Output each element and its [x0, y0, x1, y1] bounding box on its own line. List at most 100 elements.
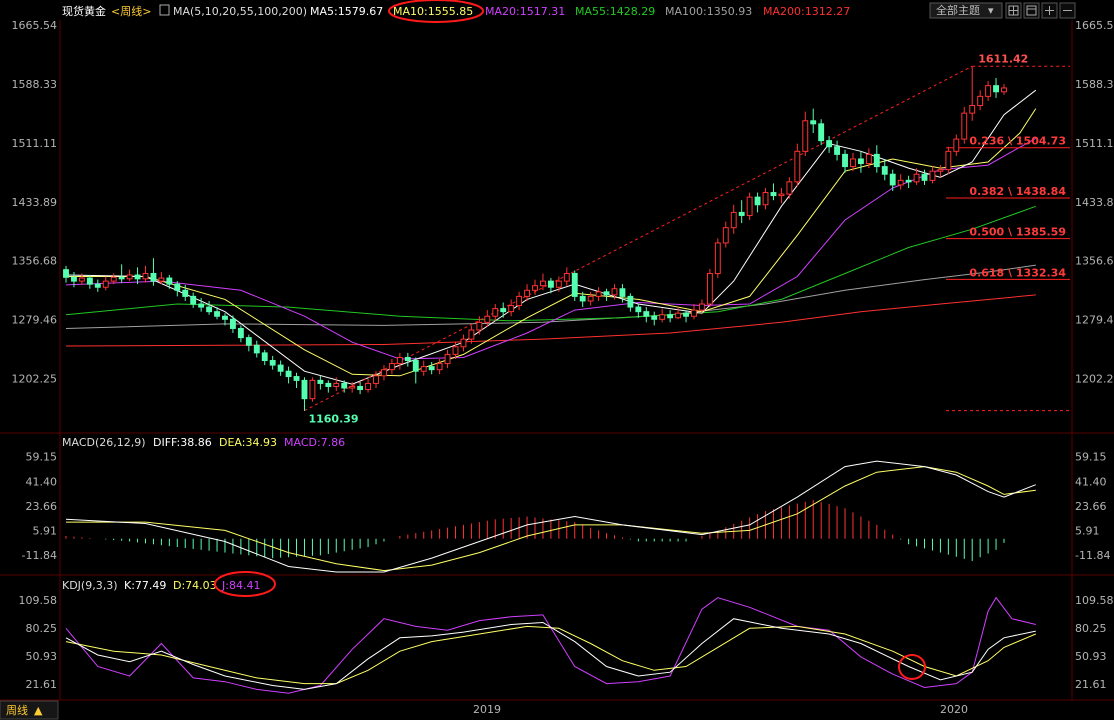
kdj-k-value: K:77.49	[124, 579, 166, 592]
candle-down	[317, 379, 324, 384]
candle-up	[476, 321, 483, 331]
candle-down	[118, 276, 125, 280]
candle-up	[698, 303, 705, 311]
panel-frames	[0, 20, 1114, 701]
ma10-value: MA10:1555.85	[393, 5, 473, 18]
candle-up	[333, 382, 340, 387]
candle-down	[579, 295, 586, 302]
candle-up	[953, 138, 960, 152]
kdj-d-value: D:74.03	[173, 579, 217, 592]
candle-down	[547, 280, 554, 288]
gold-weekly-chart: 现货黄金 <周线> MA(5,10,20,55,100,200) MA5:157…	[0, 0, 1114, 720]
kdj-tick-left: 109.58	[19, 594, 58, 607]
candle-up	[937, 169, 944, 172]
candlesticks	[63, 66, 1007, 411]
candle-down	[190, 295, 197, 305]
kdj-lines	[65, 596, 1036, 694]
macd-tick-left: 23.66	[26, 500, 58, 513]
candle-down	[261, 352, 268, 362]
candle-down	[842, 153, 848, 168]
macd-tick-right: 5.91	[1075, 525, 1100, 538]
candle-up	[516, 295, 523, 307]
candle-down	[683, 312, 689, 317]
candle-up	[365, 382, 372, 391]
grid-toggle-button[interactable]	[1005, 2, 1022, 19]
price-tick-left: 1433.89	[12, 196, 58, 209]
candle-up	[452, 346, 459, 355]
fib-level-label: 0.618 \ 1332.34	[969, 266, 1066, 279]
candle-up	[706, 272, 713, 305]
kdj-tick-right: 109.58	[1075, 594, 1114, 607]
candle-down	[253, 344, 260, 354]
fib-level-label: 0.382 \ 1438.84	[969, 185, 1066, 198]
candle-down	[857, 158, 864, 165]
candle-up	[460, 338, 467, 348]
candle-down	[174, 283, 181, 291]
macd-tick-left: -11.84	[22, 549, 57, 562]
moving-average-lines	[65, 89, 1037, 385]
indicator-icon[interactable]	[159, 4, 170, 16]
ma100-line	[65, 264, 1036, 329]
instrument-title[interactable]: 现货黄金	[62, 4, 106, 18]
candle-down	[404, 356, 411, 362]
candle-up	[961, 112, 968, 140]
x-label-2019: 2019	[473, 703, 501, 716]
kdj-params[interactable]: KDJ(9,3,3)	[62, 579, 118, 592]
candle-up	[945, 150, 952, 171]
kdj-j-value: J:84.41	[221, 579, 260, 592]
kdj-tick-left: 21.61	[26, 678, 58, 691]
candle-up	[778, 193, 785, 197]
candle-down	[651, 315, 658, 320]
candle-down	[834, 146, 841, 155]
candle-up	[611, 288, 618, 296]
window-toggle-button[interactable]	[1023, 2, 1040, 19]
candle-up	[897, 179, 904, 186]
candle-down	[245, 337, 252, 346]
candle-up	[396, 356, 403, 365]
candle-down	[229, 318, 236, 329]
zoom-in-button[interactable]	[1041, 2, 1058, 19]
candle-down	[881, 166, 888, 175]
candle-down	[810, 120, 817, 125]
ma-params[interactable]: MA(5,10,20,55,100,200)	[173, 5, 307, 18]
period-label[interactable]: <周线>	[111, 4, 151, 18]
candle-up	[563, 272, 570, 282]
macd-header: MACD(26,12,9) DIFF:38.86 DEA:34.93 MACD:…	[62, 436, 345, 449]
candle-down	[293, 376, 300, 381]
kdj-axis: 109.58 109.58 80.25 80.25 50.93 50.93 21.61 21.…	[19, 594, 1114, 691]
fib-level-label: 0.500 \ 1385.59	[969, 226, 1066, 239]
low-price-label: 1160.39	[308, 413, 358, 426]
price-tick-right: 1279.46	[1075, 314, 1114, 327]
price-tick-right: 1665.54	[1075, 19, 1114, 32]
x-label-2020: 2020	[940, 703, 968, 716]
price-axis: 1665.54 1665.54 1588.33 1588.33 1511.11 1511.…	[12, 19, 1114, 386]
theme-dropdown-label: 全部主题	[936, 3, 980, 17]
candle-down	[873, 153, 880, 168]
candle-down	[635, 306, 642, 313]
price-tick-right: 1202.25	[1075, 373, 1114, 386]
candle-up	[508, 305, 515, 313]
macd-diff-value: DIFF:38.86	[153, 436, 212, 449]
candle-down	[341, 382, 348, 389]
candle-up	[540, 280, 546, 287]
ma100-value: MA100:1350.93	[665, 5, 752, 18]
candle-up	[524, 289, 530, 297]
candle-up	[977, 95, 984, 107]
candle-down	[206, 306, 213, 313]
zoom-out-button[interactable]	[1059, 2, 1076, 19]
candle-down	[357, 385, 364, 391]
macd-params[interactable]: MACD(26,12,9)	[62, 436, 146, 449]
candle-down	[325, 382, 332, 387]
candle-up	[865, 153, 872, 165]
candle-up	[730, 211, 737, 229]
theme-dropdown[interactable]: 全部主题 ▾	[929, 2, 1003, 19]
candle-down	[993, 85, 999, 93]
candle-up	[309, 379, 316, 400]
candle-down	[166, 277, 173, 285]
price-tick-left: 1202.25	[12, 373, 58, 386]
candle-up	[929, 170, 936, 181]
candle-down	[134, 274, 141, 280]
candle-up	[794, 150, 801, 183]
top-header: 现货黄金 <周线> MA(5,10,20,55,100,200) MA5:157…	[62, 0, 1076, 23]
high-price-label: 1611.42	[978, 52, 1028, 65]
